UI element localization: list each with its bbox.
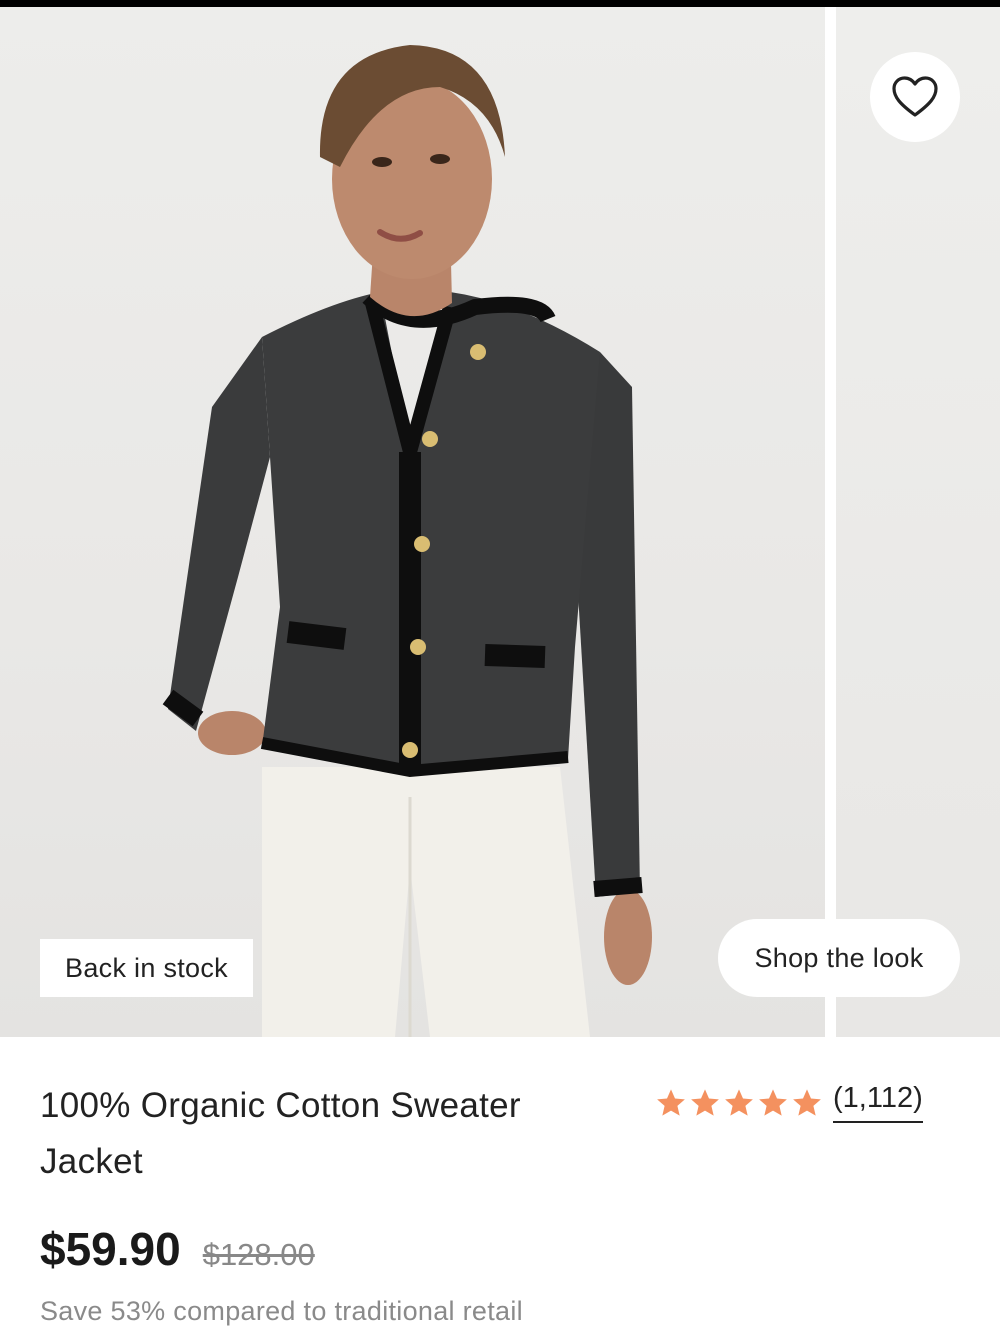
star-icon xyxy=(657,1088,685,1116)
product-image-gallery[interactable]: Back in stock Shop the look xyxy=(0,7,1000,1037)
rating-stars xyxy=(655,1087,823,1119)
price-row: $59.90 $128.00 xyxy=(40,1222,315,1276)
wishlist-button[interactable] xyxy=(870,52,960,142)
star-icon xyxy=(725,1088,753,1116)
star-icon xyxy=(793,1088,821,1116)
sale-price: $59.90 xyxy=(40,1223,181,1275)
status-bar-edge xyxy=(0,0,1000,7)
slide-divider xyxy=(825,7,836,1037)
product-image-main[interactable] xyxy=(0,7,825,1037)
product-rating[interactable]: (1,112) xyxy=(655,1082,923,1123)
savings-note: Save 53% compared to traditional retail xyxy=(40,1296,523,1326)
product-image-next-peek[interactable] xyxy=(836,7,1000,1037)
review-count-link[interactable]: (1,112) xyxy=(833,1082,923,1123)
heart-icon xyxy=(892,76,938,117)
shop-the-look-button[interactable]: Shop the look xyxy=(718,919,960,997)
star-icon xyxy=(691,1088,719,1116)
product-photo xyxy=(162,45,652,1037)
original-price: $128.00 xyxy=(202,1237,315,1272)
product-title: 100% Organic Cotton Sweater Jacket xyxy=(40,1086,521,1181)
back-in-stock-badge: Back in stock xyxy=(40,939,253,997)
star-icon xyxy=(759,1088,787,1116)
